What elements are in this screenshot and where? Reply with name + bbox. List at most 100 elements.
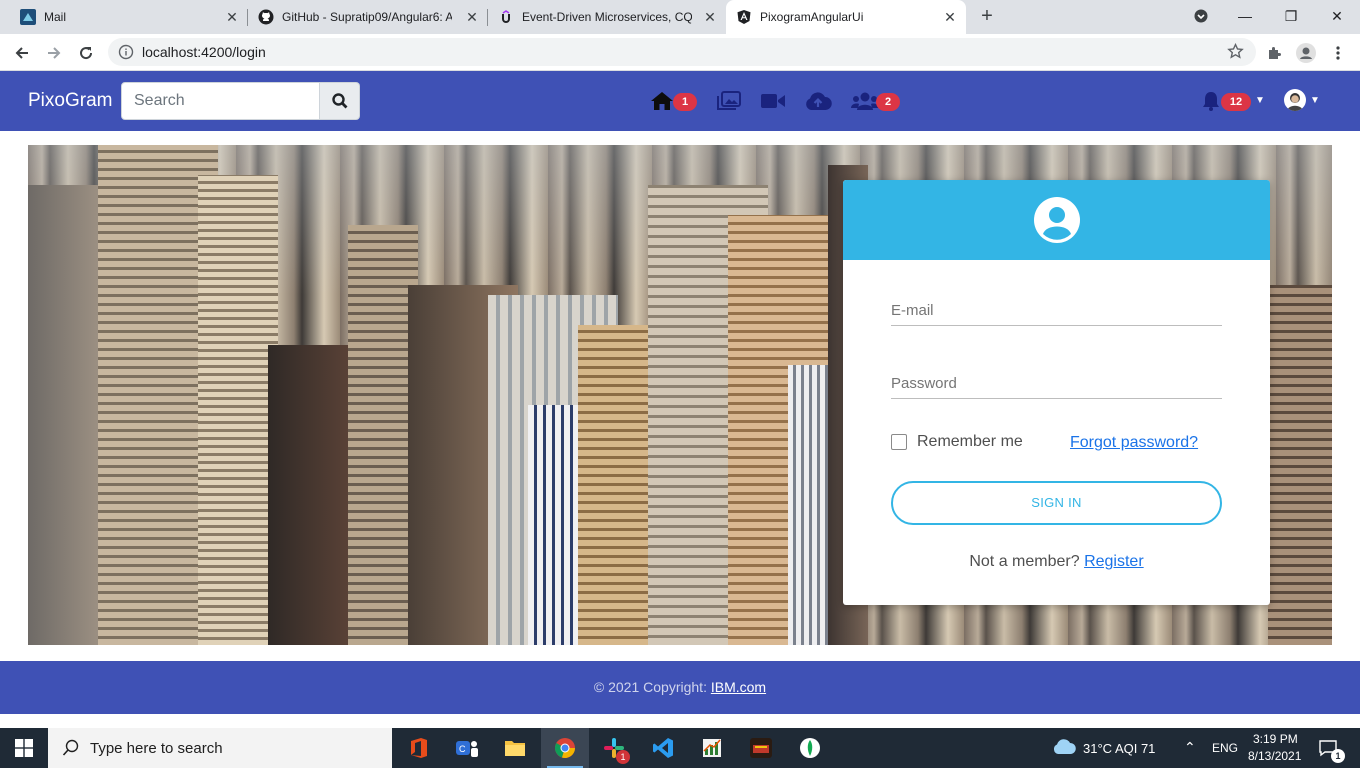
taskbar-search-placeholder: Type here to search [90,739,223,757]
chrome-icon [554,738,575,758]
remember-me-label[interactable]: Remember me [917,433,1023,451]
notifications-nav-button[interactable] [1201,91,1221,116]
minimize-button[interactable]: — [1234,6,1256,26]
close-icon[interactable]: ✕ [942,9,958,25]
close-icon[interactable]: ✕ [224,9,240,25]
tab-title: Event-Driven Microservices, CQR [522,10,692,24]
user-circle-icon [1033,197,1080,243]
tab-title: GitHub - Supratip09/Angular6: A [282,10,452,24]
mongodb-app[interactable] [786,728,834,768]
cloud-upload-icon [806,92,832,110]
close-icon[interactable]: ✕ [464,9,480,25]
svg-text:C: C [459,744,466,754]
file-explorer-app[interactable] [491,728,539,768]
tab-title: PixogramAngularUi [760,10,864,24]
email-input[interactable] [891,290,1222,324]
clock-date[interactable]: 8/13/2021 [1248,749,1301,763]
chevron-up-icon[interactable]: ⌃ [1184,739,1196,756]
close-icon[interactable]: ✕ [702,9,718,25]
language-indicator[interactable]: ENG [1212,741,1238,755]
weather-icon[interactable] [1052,738,1076,761]
taskbar-search[interactable]: Type here to search [48,728,392,768]
login-card-header [843,180,1270,260]
search-form [121,82,360,120]
chart-app-icon [703,739,721,757]
users-icon [851,92,879,110]
office-app[interactable] [395,728,443,768]
search-input[interactable] [121,82,320,120]
game-app[interactable] [737,728,785,768]
forgot-password-link[interactable]: Forgot password? [1070,434,1198,452]
not-member-text: Not a member? [969,553,1080,570]
url-text: localhost:4200/login [142,44,266,60]
gallery-nav-button[interactable] [717,91,741,116]
close-window-button[interactable]: ✕ [1326,6,1348,26]
new-tab-button[interactable]: + [976,6,998,28]
address-bar: localhost:4200/login [0,34,1360,71]
angular-icon [736,9,752,25]
info-icon[interactable] [118,44,134,65]
search-icon [331,93,347,109]
tab-mail[interactable]: Mail ✕ [8,0,248,34]
password-field [891,363,1222,399]
mongodb-icon [800,738,820,758]
windows-logo-icon [15,739,33,757]
search-button[interactable] [320,82,360,120]
avatar[interactable] [1284,89,1306,111]
brand-logo[interactable]: PixoGram [28,90,112,112]
remember-me: Remember me [891,433,1023,451]
windows-taskbar: Type here to search C 1 31°C AQI 71 ⌃ EN… [0,728,1360,768]
slack-badge: 1 [616,750,630,764]
search-icon [62,739,79,756]
sign-in-button[interactable]: SIGN IN [891,481,1222,525]
copyright-text: © 2021 Copyright: [593,679,707,695]
upload-nav-button[interactable] [804,91,832,116]
register-link[interactable]: Register [1084,553,1144,570]
reload-button[interactable] [74,41,98,65]
password-input[interactable] [891,363,1222,397]
clock-time[interactable]: 3:19 PM [1253,732,1298,746]
forward-button[interactable] [42,41,66,65]
slack-app[interactable]: 1 [590,728,638,768]
chrome-app[interactable] [541,728,589,768]
login-card: Remember me Forgot password? SIGN IN Not… [843,180,1270,605]
game-launcher-icon [750,738,772,758]
start-button[interactable] [0,728,48,768]
remember-me-checkbox[interactable] [891,434,907,450]
office-icon [411,738,427,758]
tab-search-button[interactable] [1190,6,1212,26]
chrome-menu-icon[interactable] [1326,41,1350,65]
video-icon [761,94,785,108]
footer: © 2021 Copyright: IBM.com [0,661,1360,714]
tab-pixogram[interactable]: PixogramAngularUi ✕ [726,0,966,34]
notifications-badge: 12 [1221,93,1251,111]
ibm-link[interactable]: IBM.com [711,679,766,695]
charts-app[interactable] [688,728,736,768]
restore-button[interactable]: ❐ [1280,6,1302,26]
home-badge: 1 [673,93,697,111]
tab-github[interactable]: GitHub - Supratip09/Angular6: A ✕ [248,0,488,34]
omnibox[interactable]: localhost:4200/login [108,38,1256,66]
back-button[interactable] [10,41,34,65]
bookmark-star-icon[interactable] [1227,42,1244,65]
weather-text[interactable]: 31°C AQI 71 [1083,741,1155,756]
images-icon [717,91,741,110]
vscode-app[interactable] [639,728,687,768]
profile-icon[interactable] [1294,41,1318,65]
extensions-icon[interactable] [1262,41,1286,65]
teams-app[interactable]: C [443,728,491,768]
video-nav-button[interactable] [760,91,786,116]
vscode-icon [653,738,673,758]
notification-count-badge: 1 [1331,749,1345,763]
udemy-icon [498,9,514,25]
email-field [891,290,1222,326]
tab-title: Mail [44,10,67,24]
friends-nav-button[interactable] [851,91,879,116]
mail-app-icon [20,9,36,25]
home-nav-button[interactable] [650,91,674,116]
chevron-down-icon[interactable]: ▼ [1255,95,1265,106]
chevron-down-icon[interactable]: ▼ [1310,95,1320,106]
home-icon [651,92,673,110]
folder-icon [505,741,525,756]
tab-udemy[interactable]: Event-Driven Microservices, CQR ✕ [488,0,726,34]
